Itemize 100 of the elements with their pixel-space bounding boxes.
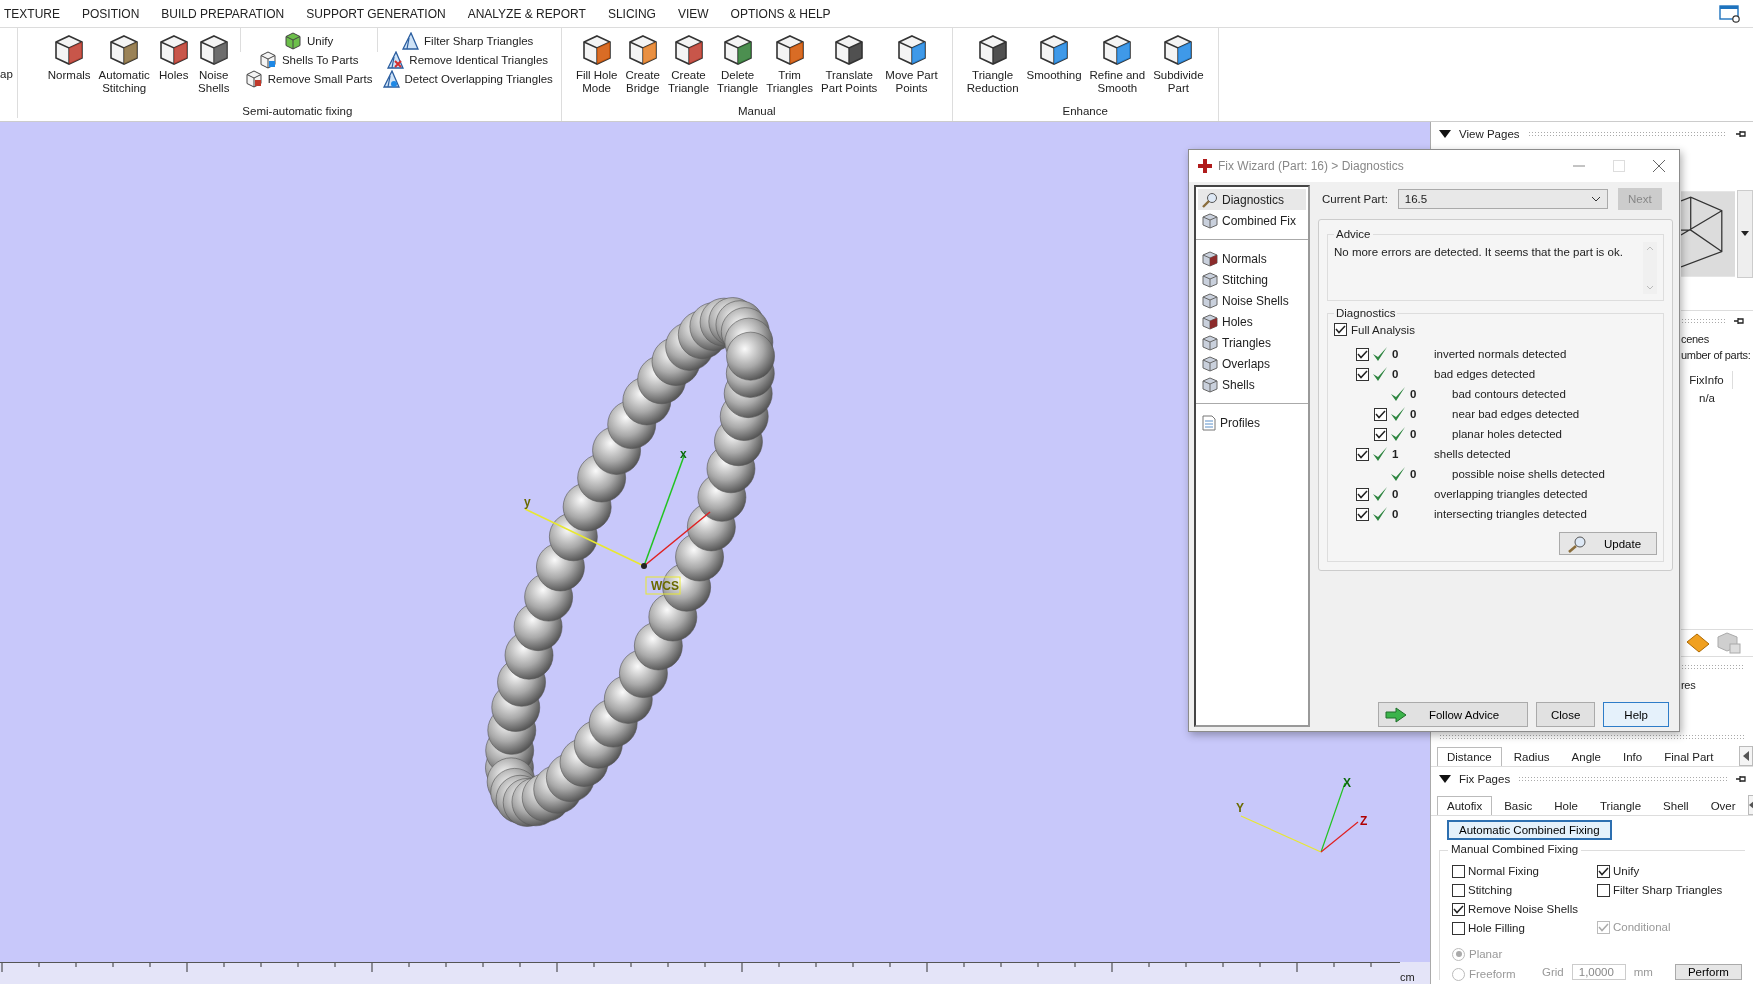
- ribbon-button[interactable]: Shells To Parts: [256, 51, 361, 69]
- nav-item[interactable]: Combined Fix: [1198, 210, 1306, 231]
- ribbon-button[interactable]: Detect Overlapping Triangles: [379, 70, 555, 88]
- ribbon-button[interactable]: Create Triangle: [663, 28, 714, 105]
- ribbon-button[interactable]: Fill Hole Mode: [571, 28, 622, 105]
- update-button[interactable]: Update: [1559, 532, 1657, 555]
- column-header[interactable]: FixInfo: [1681, 370, 1733, 389]
- ribbon-button[interactable]: Holes: [153, 28, 194, 105]
- wireframe-cube-icon[interactable]: [1681, 189, 1736, 278]
- group-label: Enhance: [1061, 105, 1109, 119]
- count-text: 0: [1392, 508, 1400, 520]
- expand-icon[interactable]: [1439, 775, 1451, 784]
- tab[interactable]: Over: [1700, 796, 1746, 816]
- pin-icon[interactable]: [1735, 128, 1747, 139]
- ribbon-button[interactable]: Triangle Reduction: [962, 28, 1023, 105]
- checkbox[interactable]: [1356, 487, 1369, 501]
- automatic-fixing-button[interactable]: Automatic Combined Fixing: [1447, 820, 1612, 841]
- tab[interactable]: Distance: [1437, 747, 1502, 767]
- tab[interactable]: Hole: [1544, 796, 1588, 816]
- ribbon-button[interactable]: Unify: [282, 32, 336, 50]
- diagnostic-label: overlapping triangles detected: [1434, 488, 1588, 500]
- ruler-unit: cm: [1400, 971, 1415, 984]
- scroll-left-button[interactable]: [1747, 795, 1753, 816]
- close-icon[interactable]: [1653, 160, 1665, 172]
- checkbox[interactable]: [1374, 407, 1387, 421]
- checkbox[interactable]: [1356, 347, 1369, 361]
- checkmark-icon: [1357, 369, 1368, 379]
- ribbon-button[interactable]: Move Part Points: [881, 28, 942, 105]
- ribbon-button[interactable]: Trim Triangles: [762, 28, 818, 105]
- ribbon-button[interactable]: Translate Part Points: [817, 28, 882, 105]
- checkbox[interactable]: Hole Filling: [1452, 920, 1597, 937]
- scrollbar[interactable]: [1643, 242, 1657, 294]
- menu-tab[interactable]: SLICING: [596, 6, 667, 21]
- axis-label: Y: [1236, 801, 1244, 815]
- count-text: 0: [1410, 408, 1418, 420]
- panel-header[interactable]: View Pages: [1431, 122, 1753, 146]
- cube-icon: [1202, 292, 1218, 309]
- scroll-left-button[interactable]: [1739, 746, 1753, 767]
- tab[interactable]: Triangle: [1589, 796, 1652, 816]
- menu-tab[interactable]: OPTIONS & HELP: [719, 6, 842, 21]
- wcs-label: WCS: [645, 576, 681, 595]
- grid-field[interactable]: 1,0000: [1571, 964, 1626, 981]
- pin-icon[interactable]: [1733, 315, 1745, 326]
- ribbon-button[interactable]: Subdivide Part: [1149, 28, 1208, 105]
- menu-tab[interactable]: SUPPORT GENERATION: [295, 6, 457, 21]
- window-settings-icon[interactable]: [1719, 4, 1741, 23]
- follow-advice-button[interactable]: Follow Advice: [1377, 702, 1528, 727]
- checkbox[interactable]: [1374, 427, 1387, 441]
- ribbon-button[interactable]: Filter Sharp Triangles: [399, 32, 536, 50]
- checkbox[interactable]: [1356, 447, 1369, 461]
- ribbon-button[interactable]: Noise Shells: [193, 28, 234, 105]
- tab[interactable]: Shell: [1653, 796, 1699, 816]
- menu-tab[interactable]: VIEW: [666, 6, 720, 21]
- nav-item[interactable]: Profiles: [1198, 412, 1306, 433]
- nav-item[interactable]: Diagnostics: [1198, 189, 1306, 210]
- nav-item[interactable]: Overlaps: [1198, 353, 1306, 374]
- group-label: Semi-automatic fixing: [241, 105, 354, 119]
- checkbox[interactable]: Normal Fixing: [1452, 863, 1597, 880]
- checkbox[interactable]: Remove Noise Shells: [1452, 901, 1597, 918]
- ribbon-button[interactable]: Normals: [43, 28, 95, 105]
- nav-item[interactable]: Noise Shells: [1198, 290, 1306, 311]
- group-title: Manual Combined Fixing: [1448, 843, 1582, 856]
- tab[interactable]: Autofix: [1437, 796, 1493, 816]
- menu-tab[interactable]: ANALYZE & REPORT: [456, 6, 597, 21]
- nav-item[interactable]: Holes: [1198, 311, 1306, 332]
- ribbon-button[interactable]: Remove Identical Triangles: [384, 51, 551, 69]
- help-button[interactable]: Help: [1603, 702, 1669, 727]
- ribbon-button[interactable]: Delete Triangle: [713, 28, 763, 105]
- tag-icon[interactable]: [1685, 631, 1711, 654]
- ribbon-button[interactable]: Remove Small Parts: [242, 70, 375, 88]
- ribbon-button[interactable]: Refine and Smooth: [1085, 28, 1150, 105]
- panel-header[interactable]: Fix Pages: [1431, 767, 1753, 792]
- tab[interactable]: Basic: [1494, 796, 1543, 816]
- part-dropdown[interactable]: 16.5: [1397, 189, 1608, 209]
- close-button[interactable]: Close: [1535, 702, 1596, 727]
- menu-tab[interactable]: BUILD PREPARATION: [150, 6, 296, 21]
- menu-tab[interactable]: POSITION: [71, 6, 151, 21]
- ribbon-button[interactable]: ap: [0, 28, 18, 118]
- checkbox[interactable]: [1356, 507, 1369, 521]
- expand-icon[interactable]: [1439, 129, 1451, 138]
- nav-item[interactable]: Stitching: [1198, 269, 1306, 290]
- tab[interactable]: Radius: [1503, 747, 1560, 767]
- cube-icon: [580, 34, 613, 66]
- checkbox[interactable]: Filter Sharp Triangles: [1597, 882, 1742, 899]
- nav-item[interactable]: Normals: [1198, 248, 1306, 269]
- checkbox[interactable]: [1356, 367, 1369, 381]
- ribbon-button[interactable]: Smoothing: [1022, 28, 1086, 105]
- pin-icon[interactable]: [1735, 774, 1747, 785]
- tab[interactable]: Final Part: [1654, 747, 1724, 767]
- nav-item[interactable]: Triangles: [1198, 332, 1306, 353]
- nav-item[interactable]: Shells: [1198, 374, 1306, 395]
- tab[interactable]: Info: [1613, 747, 1653, 767]
- menu-tab[interactable]: TEXTURE: [4, 6, 71, 21]
- count-text: 0: [1392, 348, 1400, 360]
- checkbox[interactable]: Stitching: [1452, 882, 1597, 899]
- tab[interactable]: Angle: [1561, 747, 1611, 767]
- perform-button[interactable]: Perform: [1674, 964, 1742, 981]
- ribbon-button[interactable]: Automatic Stitching: [94, 28, 154, 105]
- ribbon-button[interactable]: Create Bridge: [621, 28, 664, 105]
- checkbox[interactable]: Unify: [1597, 863, 1742, 880]
